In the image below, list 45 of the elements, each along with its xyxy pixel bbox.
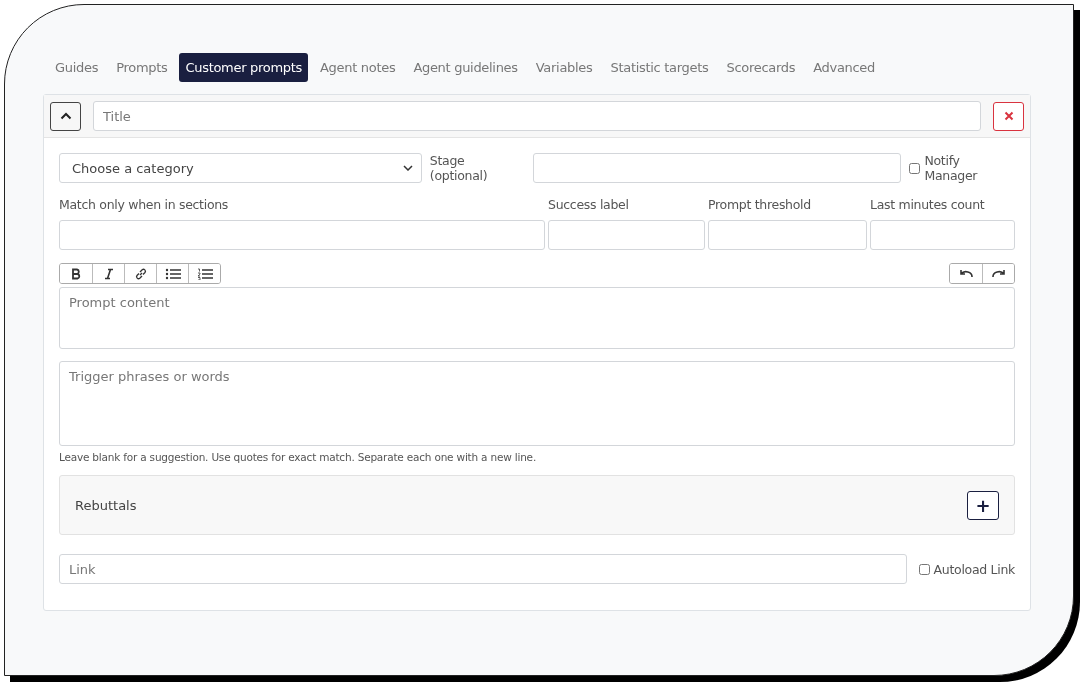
help-text: Leave blank for a suggestion. Use quotes for exact match. Separate each one with a new line. [59, 451, 537, 463]
checkbox-label: Autoload Link [933, 561, 1015, 577]
numbered-list-icon [196, 267, 213, 280]
title-field[interactable]: Title [93, 101, 981, 131]
tab[interactable]: Customer prompts [179, 53, 308, 82]
bold-icon [70, 267, 82, 280]
add-button[interactable]: + [967, 490, 999, 520]
tab[interactable]: Advanced [807, 53, 881, 82]
chevron-down-icon [402, 165, 413, 171]
input-field[interactable] [548, 220, 705, 250]
checkbox[interactable] [918, 563, 930, 575]
input-field[interactable] [708, 220, 867, 250]
redo-button[interactable] [982, 264, 1014, 283]
tab[interactable]: Prompts [110, 53, 174, 82]
close-icon [1003, 111, 1014, 121]
link-field[interactable]: Link [59, 554, 907, 584]
delete-button[interactable] [993, 101, 1024, 131]
input-field[interactable] [870, 220, 1015, 250]
numbered-list-button[interactable] [188, 264, 220, 283]
stage-field[interactable] [532, 153, 902, 183]
redo-icon [991, 268, 1006, 279]
tab[interactable]: Statistic targets [604, 53, 715, 82]
input-field[interactable] [59, 220, 545, 250]
collapse-button[interactable] [50, 101, 81, 131]
chevron-up-icon [59, 112, 72, 120]
category-select[interactable]: Choose a category [59, 153, 422, 183]
trigger-phrases-field[interactable]: Trigger phrases or words [59, 361, 1015, 446]
tab[interactable]: Guides [49, 53, 105, 82]
field-label: Last minutes count [870, 197, 986, 212]
field-label: Stage (optional) [429, 153, 489, 183]
field-label: Success label [548, 197, 630, 212]
rebuttals-label: Rebuttals [75, 497, 137, 513]
checkbox-label: Notify Manager [924, 153, 979, 183]
link-icon [133, 266, 148, 281]
tab[interactable]: Variables [529, 53, 599, 82]
tab[interactable]: Scorecards [720, 53, 802, 82]
tab[interactable]: Agent notes [314, 53, 402, 82]
tab[interactable]: Agent guidelines [407, 53, 524, 82]
prompt-content-editor[interactable]: Prompt content [59, 287, 1015, 349]
undo-icon [959, 268, 973, 279]
field-label: Prompt threshold [708, 197, 812, 212]
italic-icon [102, 267, 115, 280]
checkbox[interactable] [909, 162, 921, 174]
bullet-list-icon [164, 267, 181, 280]
field-label: Match only when in sections [59, 197, 230, 212]
